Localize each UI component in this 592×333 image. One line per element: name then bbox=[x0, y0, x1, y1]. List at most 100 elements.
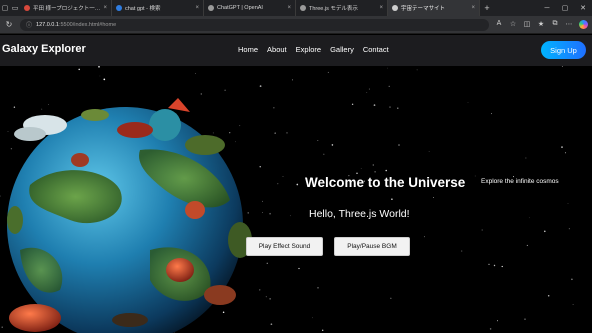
star bbox=[525, 157, 527, 159]
tab-title: 宇宙テーマサイト bbox=[401, 6, 446, 12]
tab-favicon-icon bbox=[392, 5, 398, 11]
star bbox=[493, 264, 496, 267]
star bbox=[195, 72, 197, 74]
star bbox=[372, 164, 374, 166]
star bbox=[390, 297, 392, 299]
address-toolbar: ↻ ⓘ 127.0.0.1:5500/index.html#home A ☆ ◫… bbox=[0, 16, 592, 34]
star bbox=[571, 278, 573, 281]
star bbox=[488, 263, 490, 266]
star bbox=[496, 320, 499, 322]
star bbox=[78, 68, 80, 71]
nav-contact[interactable]: Contact bbox=[363, 45, 389, 54]
signup-button[interactable]: Sign Up bbox=[541, 41, 586, 59]
star bbox=[428, 151, 430, 152]
planet-3d-canvas[interactable] bbox=[0, 90, 270, 333]
nav-about[interactable]: About bbox=[267, 45, 287, 54]
star bbox=[277, 183, 279, 185]
browser-tab[interactable]: 宇宙テーマサイト × bbox=[388, 0, 480, 16]
star bbox=[512, 176, 515, 178]
favorites-icon[interactable]: ★ bbox=[537, 20, 545, 29]
star bbox=[327, 71, 329, 73]
star bbox=[312, 317, 313, 319]
browser-tab[interactable]: 平田 様ープロジェクト一覧(編集)× bbox=[20, 0, 112, 16]
star bbox=[526, 244, 528, 246]
star bbox=[360, 168, 362, 169]
star bbox=[501, 265, 503, 268]
tab-close-icon[interactable]: × bbox=[471, 5, 475, 11]
star bbox=[561, 146, 563, 148]
star bbox=[547, 294, 550, 297]
star bbox=[356, 172, 358, 175]
new-tab-button[interactable]: + bbox=[480, 0, 494, 16]
star bbox=[561, 66, 563, 67]
maximize-icon[interactable]: ▢ bbox=[556, 0, 574, 16]
tab-favicon-icon bbox=[24, 5, 30, 11]
tab-title: Three.js モデル表示 bbox=[309, 6, 358, 12]
info-icon[interactable]: ⓘ bbox=[26, 20, 32, 29]
more-icon[interactable]: ⋯ bbox=[565, 20, 573, 29]
star bbox=[416, 69, 418, 71]
star bbox=[391, 198, 393, 201]
collections-icon[interactable]: ⧉ bbox=[551, 20, 559, 29]
url-path: :5500/index.html#home bbox=[58, 21, 117, 28]
window-controls: ─ ▢ ✕ bbox=[538, 0, 592, 16]
browser-tab[interactable]: chat gpt - 検索 × bbox=[112, 0, 204, 16]
tower-object bbox=[168, 98, 190, 112]
star bbox=[331, 144, 334, 146]
star bbox=[423, 236, 425, 238]
hero-tagline: Explore the infinite cosmos bbox=[481, 178, 559, 185]
copilot-icon[interactable] bbox=[579, 20, 588, 29]
nav-gallery[interactable]: Gallery bbox=[330, 45, 354, 54]
split-screen-icon[interactable]: ◫ bbox=[523, 20, 531, 29]
favorite-star-icon[interactable]: ☆ bbox=[509, 20, 517, 29]
tab-title: chat gpt - 検索 bbox=[125, 6, 161, 12]
tab-close-icon[interactable]: × bbox=[379, 5, 383, 11]
star bbox=[374, 171, 376, 173]
window-menu-icon[interactable]: ▢ bbox=[0, 0, 10, 16]
url-host: 127.0.0.1 bbox=[36, 21, 59, 28]
nav-explore[interactable]: Explore bbox=[296, 45, 321, 54]
star bbox=[387, 67, 388, 69]
star bbox=[298, 267, 300, 270]
close-window-icon[interactable]: ✕ bbox=[574, 0, 592, 16]
star bbox=[103, 78, 106, 81]
nav-home[interactable]: Home bbox=[238, 45, 258, 54]
star bbox=[389, 106, 391, 108]
star bbox=[317, 286, 319, 289]
star bbox=[286, 132, 288, 134]
star bbox=[274, 132, 276, 134]
site-header: Galaxy Explorer Home About Explore Galle… bbox=[0, 35, 592, 66]
tab-close-icon[interactable]: × bbox=[287, 5, 291, 11]
play-effect-sound-button[interactable]: Play Effect Sound bbox=[246, 237, 323, 256]
star bbox=[474, 175, 476, 177]
play-pause-bgm-button[interactable]: Play/Pause BGM bbox=[334, 237, 410, 256]
tab-actions-icon[interactable]: ▭ bbox=[10, 0, 20, 16]
tab-title: 平田 様ープロジェクト一覧(編集) bbox=[33, 6, 101, 12]
star bbox=[567, 203, 569, 204]
tab-title: ChatGPT | OpenAI bbox=[217, 5, 263, 11]
star bbox=[99, 75, 101, 77]
star bbox=[572, 304, 574, 306]
minimize-icon[interactable]: ─ bbox=[538, 0, 556, 16]
hero-title: Welcome to the Universe bbox=[305, 175, 466, 190]
star bbox=[524, 318, 526, 320]
star bbox=[433, 196, 435, 198]
star bbox=[351, 103, 354, 106]
site-logo[interactable]: Galaxy Explorer bbox=[2, 43, 86, 55]
star bbox=[292, 79, 293, 81]
star bbox=[481, 229, 483, 231]
browser-tab[interactable]: Three.js モデル表示 × bbox=[296, 0, 388, 16]
refresh-icon[interactable]: ↻ bbox=[4, 20, 14, 29]
tab-close-icon[interactable]: × bbox=[103, 5, 107, 11]
star bbox=[373, 104, 376, 106]
star bbox=[568, 228, 570, 230]
browser-tab[interactable]: ChatGPT | OpenAI × bbox=[204, 0, 296, 16]
star bbox=[490, 113, 493, 115]
star bbox=[296, 183, 299, 186]
read-aloud-icon[interactable]: A bbox=[495, 20, 503, 29]
star bbox=[385, 169, 387, 172]
star bbox=[322, 329, 324, 331]
tab-close-icon[interactable]: × bbox=[195, 5, 199, 11]
address-bar[interactable]: ⓘ 127.0.0.1:5500/index.html#home bbox=[20, 18, 489, 31]
star bbox=[528, 217, 530, 219]
